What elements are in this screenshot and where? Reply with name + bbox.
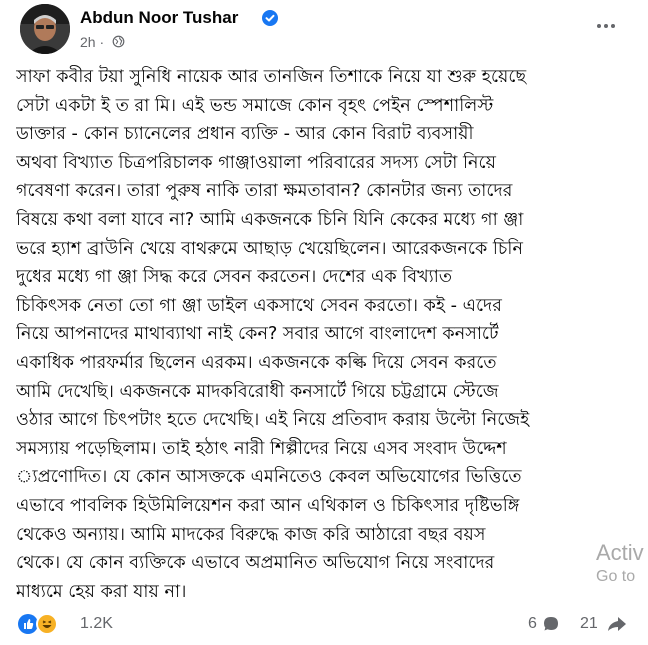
post-body-line: ডাক্তার - কোন চ্যানেলের প্রধান ব্যক্তি -… <box>16 124 474 145</box>
share-icon[interactable] <box>607 615 627 637</box>
separator-dot: · <box>99 34 105 50</box>
avatar-image <box>20 4 70 54</box>
post-body-line: সমস্যায় পড়েছিলাম। তাই হঠাৎ নারী শিল্পী… <box>16 438 507 459</box>
post-timestamp[interactable]: 2h <box>80 34 96 50</box>
avatar[interactable] <box>20 4 70 54</box>
post-body-line: নিয়ে আপনাদের মাথাব্যাথা নাই কেন? সবার আ… <box>16 324 499 345</box>
watermark-line-1: Activ <box>596 540 644 565</box>
post-body-line: বিষয়ে কথা বলা যাবে না? আমি একজনকে চিনি … <box>16 209 524 230</box>
post-body-line: দুধের মধ্যে গা ঞ্জা সিদ্ধ করে সেবন করতেন… <box>16 267 453 288</box>
post-body-line: সাফা কবীর টয়া সুনিধি নায়েক আর তানজিন ত… <box>16 67 527 87</box>
post-body: সাফা কবীর টয়া সুনিধি নায়েক আর তানজিন ত… <box>16 63 630 606</box>
post-body-line: থেকে। যে কোন ব্যক্তিকে এভাবে অপ্রমানিত অ… <box>16 553 495 574</box>
post-body-line: ভরে হ্যাশ ব্রাউনি খেয়ে বাথরুমে আছাড় খে… <box>16 238 523 259</box>
watermark-line-2: Go to <box>596 568 636 585</box>
post-body-line: এভাবে পাবলিক হিউমিলিয়েশন করা আন এথিকাল … <box>16 495 520 516</box>
post-body-line: একাধিক পারফর্মার ছিলেন এরকম। একজনকে কল্ক… <box>16 352 497 373</box>
like-reaction-icon[interactable] <box>18 614 38 634</box>
comment-count[interactable]: 6 <box>528 615 537 633</box>
post-body-line: ্যপ্রণোদিত। যে কোন আসক্তকে এমনিতেও কেবল … <box>16 467 522 488</box>
reaction-count[interactable]: 1.2K <box>80 615 113 633</box>
facebook-post: Abdun Noor Tushar 2h · সাফা কবীর টয়া সু… <box>0 0 648 645</box>
globe-icon[interactable] <box>112 35 125 51</box>
post-body-line: ওঠার আগে চিৎপটাং হতে দেখেছি। এই নিয়ে প্… <box>16 410 530 431</box>
post-meta: 2h · <box>80 34 125 51</box>
verified-badge-icon <box>262 10 278 26</box>
author-name[interactable]: Abdun Noor Tushar <box>80 8 238 28</box>
share-count[interactable]: 21 <box>580 615 598 633</box>
comment-icon[interactable] <box>542 615 560 637</box>
post-footer: 1.2K 6 21 <box>0 604 648 644</box>
post-body-line: থেকেও অন্যায়। আমি মাদকের বিরুদ্ধে কাজ ক… <box>16 524 486 545</box>
post-body-line: মাধ্যমে হেয় করা যায় না। <box>16 581 187 602</box>
post-body-line: গবেষণা করেন। তারা পুরুষ নাকি তারা ক্ষমতা… <box>16 181 513 202</box>
post-body-line: অথবা বিখ্যাত চিত্রপরিচালক গাঞ্জাওয়ালা প… <box>16 152 496 173</box>
haha-reaction-icon[interactable] <box>36 613 58 635</box>
post-body-line: আমি দেখেছি। একজনকে মাদকবিরোধী কনসার্টে গ… <box>16 381 499 402</box>
post-body-line: সেটা একটা ই ত রা মি। এই ভন্ড সমাজে কোন ব… <box>16 95 494 116</box>
more-options-icon[interactable] <box>594 18 618 32</box>
activate-windows-watermark: Activ Go to <box>596 540 644 586</box>
post-body-line: চিকিৎসক নেতা তো গা ঞ্জা ডাইল একসাথে সেবন… <box>16 295 502 316</box>
